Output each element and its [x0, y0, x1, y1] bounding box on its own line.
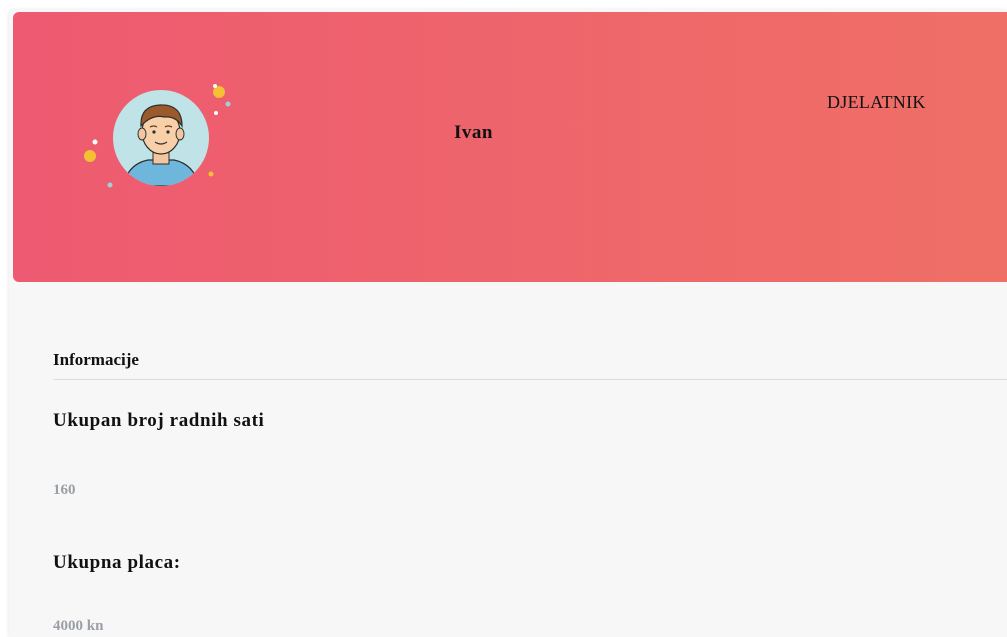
- profile-card: Ivan DJELATNIK Informacije Ukupan broj r…: [9, 9, 1007, 637]
- page: Ivan DJELATNIK Informacije Ukupan broj r…: [0, 0, 1007, 637]
- section-title-informacije: Informacije: [53, 350, 139, 369]
- total-salary-value: 4000 kn: [53, 618, 104, 634]
- user-name: Ivan: [454, 122, 493, 143]
- total-hours-label: Ukupan broj radnih sati: [53, 410, 265, 431]
- avatar: [68, 74, 248, 204]
- user-avatar-icon: [84, 84, 231, 188]
- total-salary-label: Ukupna placa:: [53, 552, 181, 573]
- profile-header: Ivan DJELATNIK: [13, 12, 1007, 282]
- user-role: DJELATNIK: [827, 92, 926, 112]
- total-hours-value: 160: [53, 482, 76, 498]
- section-divider: [53, 379, 1007, 380]
